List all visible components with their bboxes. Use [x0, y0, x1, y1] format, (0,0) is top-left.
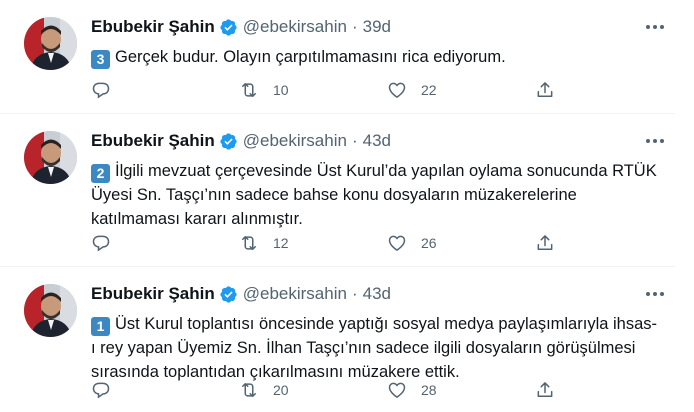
tweet-text-content: Gerçek budur. Olayın çarpıtılmamasını ri… [115, 48, 506, 66]
tweet-text-content: Üst Kurul toplantısı öncesinde yaptığı s… [91, 315, 658, 381]
share-button[interactable] [535, 233, 557, 253]
reply-button[interactable] [91, 380, 201, 400]
verified-badge-icon [219, 285, 238, 304]
reply-icon [91, 80, 111, 100]
like-button[interactable]: 22 [387, 80, 497, 100]
separator-dot: · [351, 17, 358, 36]
tweet-feed: Ebubekir Şahin @ebekirsahin · 39d 3 Gerçe… [0, 0, 694, 412]
reply-button[interactable] [91, 233, 201, 253]
tweet[interactable]: Ebubekir Şahin @ebekirsahin · 43d 2 İlgil… [0, 114, 675, 267]
retweet-button[interactable]: 10 [239, 80, 349, 100]
tweet-actions: 10 22 [91, 79, 557, 101]
author-handle[interactable]: @ebekirsahin [243, 130, 347, 152]
retweet-button[interactable]: 12 [239, 233, 349, 253]
keycap-number-badge: 3 [91, 50, 110, 69]
tweet-text: 1 Üst Kurul toplantısı öncesinde yaptığı … [91, 312, 661, 384]
like-button[interactable]: 28 [387, 380, 497, 400]
retweet-button[interactable]: 20 [239, 380, 349, 400]
tweet-timestamp[interactable]: 43d [363, 283, 391, 305]
author-handle[interactable]: @ebekirsahin [243, 16, 347, 38]
like-count: 26 [421, 235, 437, 251]
more-options-icon[interactable] [643, 285, 667, 303]
share-icon [535, 233, 555, 253]
keycap-number-badge: 2 [91, 164, 110, 183]
tweet-header: Ebubekir Şahin @ebekirsahin · 43d [91, 130, 391, 152]
tweet-actions: 20 28 [91, 379, 557, 401]
author-handle[interactable]: @ebekirsahin [243, 283, 347, 305]
tweet-text: 3 Gerçek budur. Olayın çarpıtılmamasını r… [91, 45, 661, 69]
like-count: 28 [421, 382, 437, 398]
retweet-count: 12 [273, 235, 289, 251]
share-icon [535, 80, 555, 100]
author-name[interactable]: Ebubekir Şahin [91, 16, 215, 38]
more-options-icon[interactable] [643, 132, 667, 150]
tweet[interactable]: Ebubekir Şahin @ebekirsahin · 39d 3 Gerçe… [0, 0, 675, 114]
tweet-timestamp[interactable]: 43d [363, 130, 391, 152]
separator-dot: · [351, 131, 358, 150]
like-icon [387, 233, 407, 253]
like-icon [387, 80, 407, 100]
separator-dot: · [351, 284, 358, 303]
like-button[interactable]: 26 [387, 233, 497, 253]
reply-button[interactable] [91, 80, 201, 100]
retweet-count: 10 [273, 82, 289, 98]
reply-icon [91, 380, 111, 400]
share-icon [535, 380, 555, 400]
like-count: 22 [421, 82, 437, 98]
tweet-actions: 12 26 [91, 232, 557, 254]
tweet-timestamp[interactable]: 39d [363, 16, 391, 38]
keycap-number-badge: 1 [91, 317, 110, 336]
verified-badge-icon [219, 18, 238, 37]
avatar[interactable] [24, 17, 77, 70]
retweet-icon [239, 233, 259, 253]
avatar[interactable] [24, 131, 77, 184]
author-name[interactable]: Ebubekir Şahin [91, 283, 215, 305]
like-icon [387, 380, 407, 400]
author-name[interactable]: Ebubekir Şahin [91, 130, 215, 152]
retweet-icon [239, 380, 259, 400]
tweet[interactable]: Ebubekir Şahin @ebekirsahin · 43d 1 Üst K… [0, 267, 675, 412]
tweet-header: Ebubekir Şahin @ebekirsahin · 39d [91, 16, 391, 38]
retweet-count: 20 [273, 382, 289, 398]
tweet-header: Ebubekir Şahin @ebekirsahin · 43d [91, 283, 391, 305]
reply-icon [91, 233, 111, 253]
share-button[interactable] [535, 380, 557, 400]
tweet-text-content: İlgili mevzuat çerçevesinde Üst Kurul’da… [91, 162, 657, 228]
avatar[interactable] [24, 284, 77, 337]
verified-badge-icon [219, 132, 238, 151]
tweet-text: 2 İlgili mevzuat çerçevesinde Üst Kurul’d… [91, 159, 661, 231]
retweet-icon [239, 80, 259, 100]
share-button[interactable] [535, 80, 557, 100]
more-options-icon[interactable] [643, 18, 667, 36]
